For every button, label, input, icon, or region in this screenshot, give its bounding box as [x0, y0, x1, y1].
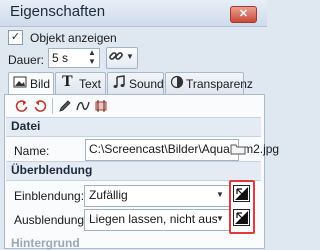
music-note-icon [113, 75, 125, 88]
text-icon: T [62, 73, 73, 90]
tab-transparenz-label: Transparenz [186, 77, 253, 91]
einblendung-label: Einblendung: [14, 189, 85, 203]
tab-sound-label: Sound [129, 77, 164, 91]
chevron-down-icon: ▼ [126, 52, 134, 61]
transition-effect-icon [235, 187, 248, 200]
ausblendung-value: Liegen lassen, nicht ausblenden [89, 212, 217, 226]
close-button[interactable]: ✕ [230, 6, 257, 23]
section-title-ueberblendung: Überblendung [11, 163, 93, 177]
tab-bild-label: Bild [30, 77, 51, 91]
chevron-down-icon: ▼ [216, 190, 224, 199]
duration-spin-down-button[interactable]: ▼ [88, 57, 96, 66]
duration-spin-up-button[interactable]: ▲ [88, 48, 96, 57]
transparency-icon [170, 75, 184, 89]
image-icon [13, 76, 27, 88]
einblendung-effect-button[interactable] [233, 185, 250, 202]
ausblendung-label: Ausblendung: [14, 213, 88, 227]
window-title: Eigenschaften [10, 3, 106, 20]
wave-icon[interactable] [76, 99, 90, 113]
tab-text-label: Text [79, 77, 102, 91]
file-path-value: C:\Screencast\Bilder\Aquarium2.jpg [89, 142, 280, 156]
show-object-label: Objekt anzeigen [30, 31, 117, 45]
toolbar-divider [52, 98, 53, 114]
section-title-hintergrund: Hintergrund [11, 236, 80, 250]
pencil-icon[interactable] [58, 99, 72, 113]
duration-value: 5 s [52, 51, 69, 65]
name-label: Name: [14, 144, 50, 158]
crop-icon[interactable] [94, 99, 108, 113]
transition-effect-icon [235, 211, 248, 224]
rotate-right-icon[interactable] [33, 99, 47, 113]
chevron-down-icon: ▼ [216, 214, 224, 223]
folder-icon[interactable] [230, 142, 246, 156]
duration-label: Dauer: [8, 53, 45, 67]
section-title-datei: Datei [11, 119, 41, 133]
section-header-datei [6, 117, 261, 137]
rotate-left-icon[interactable] [15, 99, 29, 113]
show-object-checkbox[interactable]: ✓ [8, 30, 23, 45]
einblendung-value: Zufällig [89, 188, 128, 202]
ausblendung-effect-button[interactable] [233, 209, 250, 226]
chain-link-icon [109, 52, 123, 60]
